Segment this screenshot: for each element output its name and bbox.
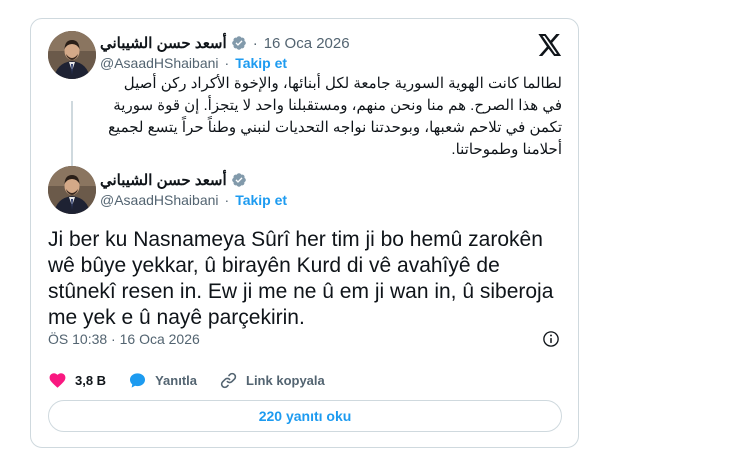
author-name[interactable]: أسعد حسن الشيباني — [100, 171, 227, 189]
quoted-tweet-header: أسعد حسن الشيباني · 16 Oca 2026 @AsaadHS… — [100, 33, 350, 73]
quoted-date[interactable]: 16 Oca 2026 — [264, 35, 350, 52]
verified-badge-icon — [231, 36, 246, 50]
avatar[interactable] — [48, 31, 96, 79]
avatar[interactable] — [48, 166, 96, 214]
author-handle[interactable]: @AsaadHShaibani — [100, 55, 219, 71]
main-tweet-text: Ji ber ku Nasnameya Sûrî her tim ji bo h… — [48, 228, 554, 329]
quoted-tweet-text: لطالما كانت الهوية السورية جامعة لكل أبن… — [108, 75, 562, 158]
tweet-time[interactable]: ÖS 10:38 — [48, 331, 107, 347]
x-logo-icon[interactable] — [538, 34, 562, 56]
tweet-date[interactable]: 16 Oca 2026 — [120, 331, 200, 347]
author-handle[interactable]: @AsaadHShaibani — [100, 192, 219, 208]
author-name[interactable]: أسعد حسن الشيباني — [100, 34, 227, 52]
embedded-tweet-card[interactable]: أسعد حسن الشيباني · 16 Oca 2026 @AsaadHS… — [30, 18, 579, 448]
follow-button[interactable]: Takip et — [235, 55, 287, 71]
reply-label: Yanıtla — [155, 373, 197, 388]
like-count: 3,8 B — [75, 373, 107, 388]
main-tweet-header: أسعد حسن الشيباني @AsaadHShaibani · Taki… — [100, 170, 287, 210]
copy-link-label: Link kopyala — [246, 373, 325, 388]
follow-button[interactable]: Takip et — [235, 192, 287, 208]
separator-dot: · — [224, 55, 230, 71]
info-icon[interactable] — [542, 330, 560, 348]
heart-icon — [49, 373, 66, 388]
read-replies-button[interactable]: 220 yanıtı oku — [48, 400, 562, 432]
reply-button[interactable]: Yanıtla — [128, 371, 197, 390]
separator-dot: · — [224, 192, 230, 208]
separator-dot: · — [111, 331, 120, 347]
link-icon — [220, 372, 237, 389]
action-bar: 3,8 B Yanıtla Link kopyala — [48, 371, 347, 390]
tweet-timestamp[interactable]: ÖS 10:38 · 16 Oca 2026 — [48, 331, 200, 347]
copy-link-button[interactable]: Link kopyala — [219, 371, 325, 390]
speech-bubble-icon — [130, 373, 146, 388]
separator-dot: · — [252, 34, 258, 52]
like-button[interactable]: 3,8 B — [48, 371, 106, 390]
verified-badge-icon — [231, 173, 246, 187]
